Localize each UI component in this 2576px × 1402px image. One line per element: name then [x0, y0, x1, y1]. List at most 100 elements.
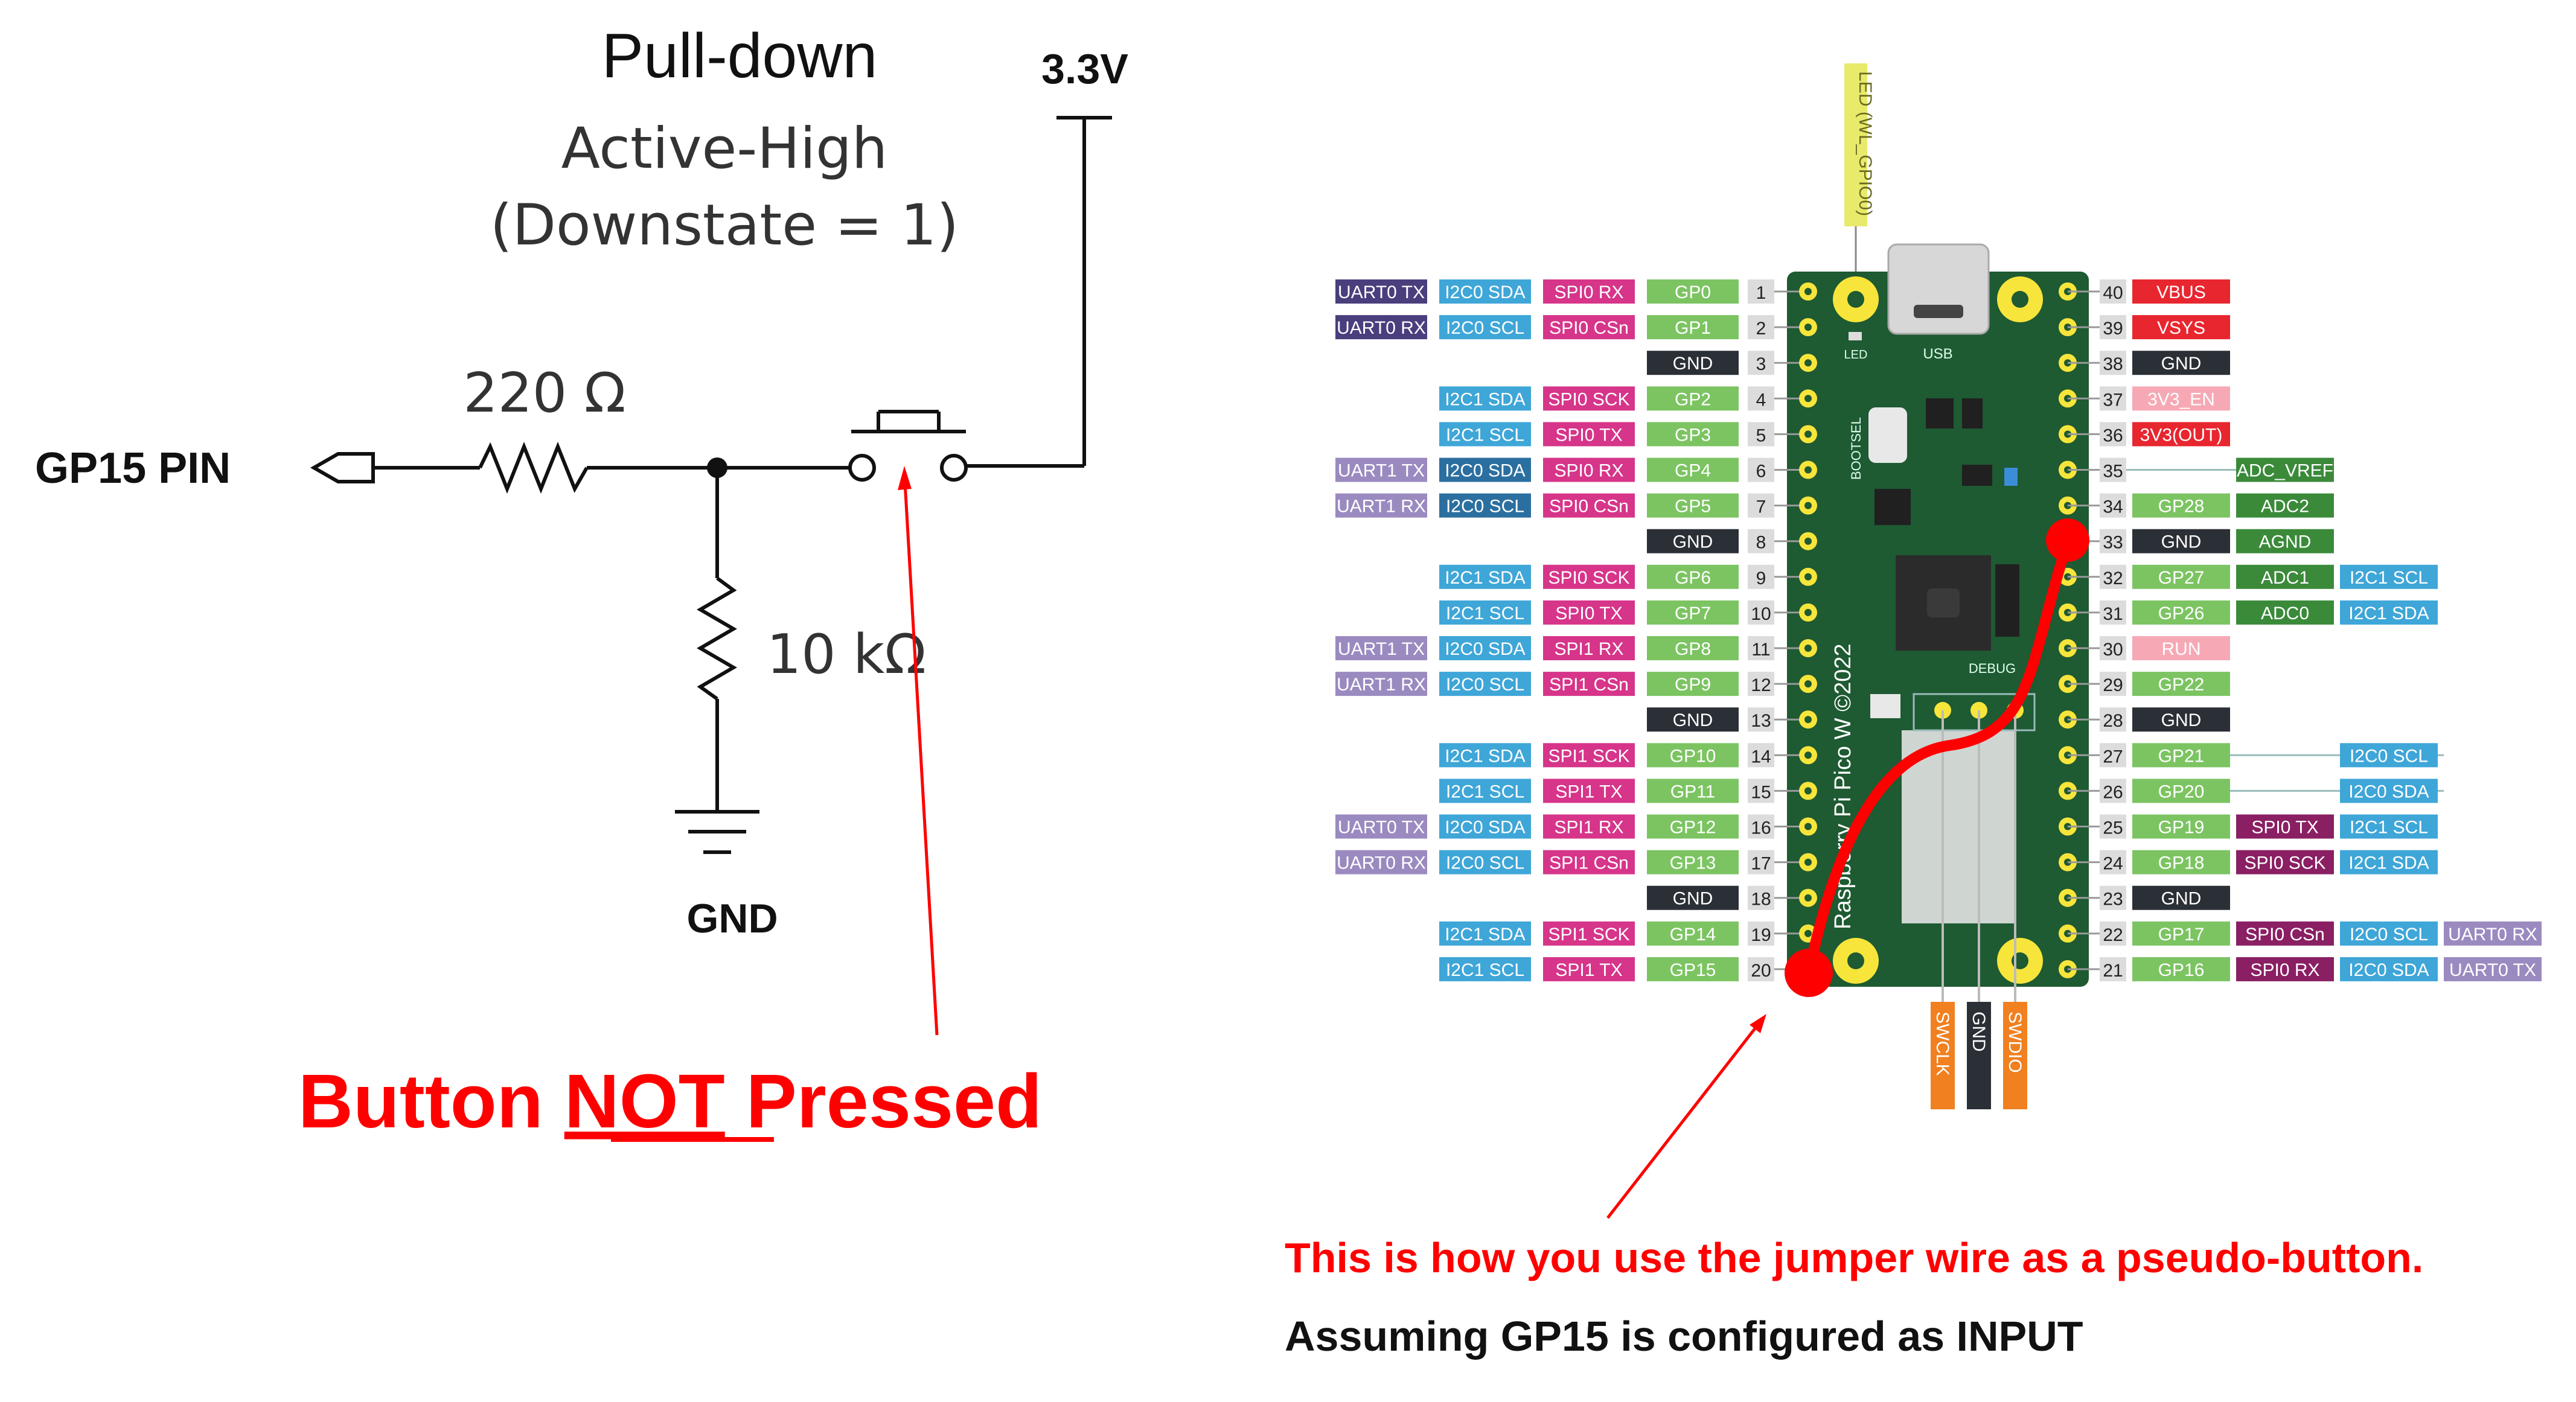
- left-pin-row: 14 GP10 SPI1 SCK I2C1 SDA: [1439, 743, 1817, 768]
- pin-number: 2: [1756, 319, 1766, 339]
- pin-function-label: I2C0 SCL: [2350, 746, 2428, 766]
- chip-side: [1995, 564, 2019, 637]
- pin-function-label: I2C1 SDA: [1445, 568, 1525, 588]
- pin-function-label: SPI0 CSn: [2245, 925, 2325, 945]
- pin-function-label: GP28: [2158, 497, 2205, 517]
- pin-pad-hole: [1804, 359, 1812, 367]
- pin-number: 15: [1751, 782, 1771, 802]
- pin-function-label: SPI0 TX: [2251, 818, 2318, 838]
- status-label: Button NOT Pressed: [298, 1059, 1042, 1144]
- annotation-line2: Assuming GP15 is configured as INPUT: [1285, 1313, 2083, 1360]
- pin-function-label: GP3: [1675, 425, 1711, 445]
- pin-number: 10: [1751, 604, 1771, 624]
- pin-number: 31: [2103, 604, 2123, 624]
- switch-contact-left: [848, 454, 876, 482]
- pin-function-label: GP2: [1675, 389, 1711, 409]
- left-pin-row: 17 GP13 SPI1 CSn I2C0 SCL UART0 RX: [1335, 850, 1817, 875]
- pin-number: 20: [1751, 961, 1771, 981]
- pin-function-label: 3V3_EN: [2147, 389, 2215, 409]
- debug-pin-labels: SWCLK GND SWDIO: [1931, 1002, 2027, 1109]
- resistor-10k-label: 10 kΩ: [767, 623, 926, 686]
- pin-pad-hole: [1804, 751, 1812, 759]
- pin-function-label: UART1 RX: [1337, 497, 1426, 517]
- pin-number: 37: [2103, 390, 2123, 410]
- pin-number: 17: [1751, 854, 1771, 874]
- pin-function-label: GND: [1673, 710, 1713, 730]
- pin-function-label: SPI0 SCK: [1548, 568, 1629, 588]
- annotation-pointer: [1606, 1019, 1763, 1219]
- schematic-title: Pull-down: [602, 21, 878, 91]
- pin-function-label: SPI1 SCK: [1548, 746, 1629, 766]
- left-pin-row: 20 GP15 SPI1 TX I2C1 SCL: [1439, 957, 1817, 981]
- right-pin-row: 31 GP26 ADC0 I2C1 SDA: [2059, 600, 2438, 625]
- status-label-part1: Button: [298, 1059, 564, 1144]
- pin-number: 27: [2103, 747, 2123, 766]
- annotation-line1: This is how you use the jumper wire as a…: [1285, 1234, 2423, 1281]
- pin-function-label: GP6: [1675, 568, 1711, 588]
- pin-pad-hole: [1804, 894, 1812, 902]
- pin-function-label: SPI1 RX: [1554, 818, 1623, 838]
- pin-number: 23: [2103, 890, 2123, 910]
- pin-function-label: GND: [2161, 532, 2202, 552]
- pin-function-label: GP17: [2158, 925, 2205, 945]
- pin-number: 24: [2103, 854, 2123, 874]
- pin-pad-hole: [1804, 537, 1812, 545]
- left-pin-row: 16 GP12 SPI1 RX I2C0 SDA UART0 TX: [1335, 814, 1817, 839]
- usb-port: [1914, 305, 1963, 318]
- right-pin-row: 27 GP21 I2C0 SCL: [2059, 743, 2444, 768]
- pin-function-label: UART0 RX: [1337, 318, 1426, 338]
- pin-function-label: I2C0 SDA: [1445, 639, 1525, 659]
- pin-number: 1: [1756, 283, 1766, 303]
- debug-pin-text: GND: [1969, 1012, 1989, 1052]
- pin-pad-hole: [1804, 716, 1812, 724]
- right-pin-row: 33 GND AGND: [2059, 529, 2334, 553]
- led-label: LED (WL_GPIO0): [1855, 71, 1875, 216]
- right-pin-row: 22 GP17 SPI0 CSn I2C0 SCL UART0 RX: [2059, 921, 2542, 946]
- pin-number: 39: [2103, 319, 2123, 339]
- onboard-led: [1849, 332, 1862, 340]
- left-pin-row: 11 GP8 SPI1 RX I2C0 SDA UART1 TX: [1335, 636, 1817, 660]
- pin-function-label: I2C0 SCL: [1446, 318, 1524, 338]
- rp2040-logo: [1927, 588, 1960, 617]
- pin-function-label: GP8: [1675, 639, 1711, 659]
- pin-number: 34: [2103, 497, 2123, 517]
- pin-function-label: GP11: [1670, 782, 1716, 801]
- right-pin-row: 25 GP19 SPI0 TX I2C1 SCL: [2059, 814, 2438, 839]
- pin-function-label: GP16: [2158, 960, 2205, 980]
- pin-function-label: UART0 RX: [2448, 925, 2537, 945]
- right-pin-row: 34 GP28 ADC2: [2059, 493, 2334, 518]
- pin-function-label: GND: [2161, 889, 2202, 909]
- pin-function-label: SPI0 SCK: [2244, 853, 2325, 873]
- pin-number: 25: [2103, 818, 2123, 838]
- pin-function-label: SPI1 TX: [1555, 960, 1622, 980]
- pin-pad-hole: [1804, 823, 1812, 830]
- pin-function-label: SPI1 SCK: [1548, 925, 1629, 945]
- pin-function-label: 3V3(OUT): [2140, 425, 2223, 445]
- pin-pad-hole: [1804, 680, 1812, 688]
- pin-input-symbol: [310, 452, 375, 483]
- pin-function-label: I2C1 SCL: [2350, 818, 2428, 838]
- pin-function-label: I2C1 SDA: [1445, 389, 1525, 409]
- pin-function-label: ADC2: [2261, 497, 2309, 517]
- pin-function-label: GP21: [2158, 746, 2205, 766]
- supply-label: 3.3V: [1041, 45, 1128, 92]
- pin-function-label: I2C1 SDA: [2348, 853, 2429, 873]
- pin-function-label: GP19: [2158, 818, 2205, 838]
- left-pin-row: 6 GP4 SPI0 RX I2C0 SDA UART1 TX: [1335, 457, 1817, 482]
- debug-pin-label-swclk: SWCLK: [1931, 1002, 1955, 1109]
- pin-function-label: UART1 TX: [1338, 639, 1425, 659]
- pin-number: 12: [1751, 675, 1771, 695]
- pin-function-label: I2C0 SDA: [2348, 782, 2429, 801]
- pin-function-label: VBUS: [2156, 282, 2206, 302]
- pin-pad-hole: [1804, 502, 1812, 509]
- left-pin-row: 4 GP2 SPI0 SCK I2C1 SDA: [1439, 386, 1817, 411]
- status-label-not: NOT: [564, 1059, 725, 1144]
- pin-function-label: I2C0 SDA: [1445, 818, 1525, 838]
- left-pin-row: 15 GP11 SPI1 TX I2C1 SCL: [1439, 779, 1817, 803]
- pin-function-label: GND: [1673, 889, 1713, 909]
- pin-function-label: I2C1 SCL: [1446, 782, 1524, 801]
- pin-number: 28: [2103, 711, 2123, 731]
- pin-number: 38: [2103, 354, 2123, 374]
- pin-pad-hole: [1804, 430, 1812, 438]
- pin-number: 7: [1756, 497, 1766, 517]
